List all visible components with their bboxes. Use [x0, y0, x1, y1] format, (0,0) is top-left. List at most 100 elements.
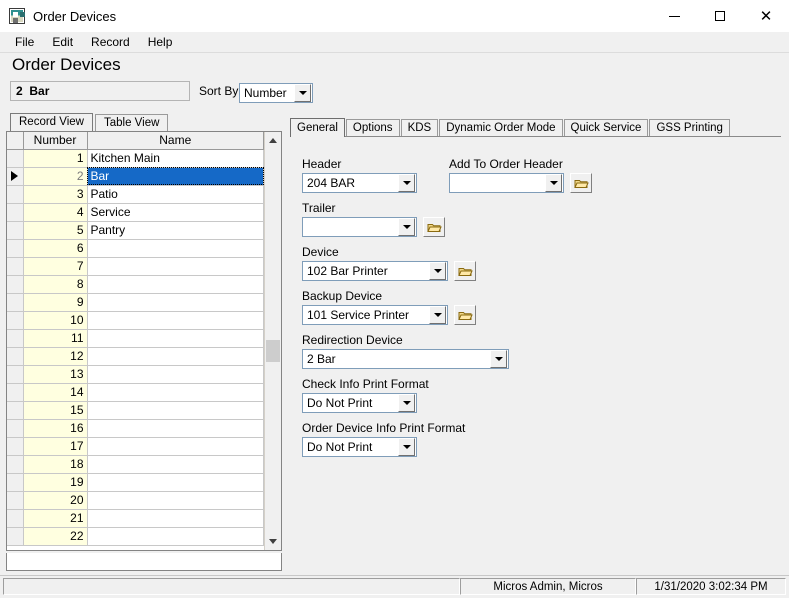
scroll-up-button[interactable]: [265, 132, 281, 149]
cell-name[interactable]: Kitchen Main: [87, 149, 264, 168]
tab-table-view[interactable]: Table View: [95, 114, 169, 131]
cell-number[interactable]: 9: [23, 293, 88, 312]
menu-help[interactable]: Help: [139, 33, 182, 51]
current-record-field[interactable]: 2 Bar: [10, 81, 190, 101]
row-selector-cell[interactable]: [7, 509, 24, 528]
cell-name[interactable]: [87, 437, 264, 456]
table-row[interactable]: 10: [7, 311, 264, 330]
table-row[interactable]: 13: [7, 365, 264, 384]
cell-name[interactable]: [87, 419, 264, 438]
order-device-info-print-format-select[interactable]: Do Not Print: [302, 437, 417, 457]
table-row[interactable]: 4 Service: [7, 203, 264, 222]
row-selector-cell[interactable]: [7, 167, 24, 186]
add-to-order-header-select[interactable]: [449, 173, 564, 193]
sort-by-select[interactable]: Number: [239, 83, 313, 103]
maximize-button[interactable]: [697, 0, 743, 32]
table-row[interactable]: 9: [7, 293, 264, 312]
header-select[interactable]: 204 BAR: [302, 173, 417, 193]
cell-number[interactable]: 6: [23, 239, 88, 258]
menu-record[interactable]: Record: [82, 33, 139, 51]
cell-number[interactable]: 17: [23, 437, 88, 456]
cell-name[interactable]: Service: [87, 203, 264, 222]
add-to-order-header-browse-button[interactable]: [570, 173, 592, 193]
column-header-number[interactable]: Number: [23, 132, 88, 150]
trailer-select[interactable]: [302, 217, 417, 237]
cell-number[interactable]: 1: [23, 149, 88, 168]
cell-number[interactable]: 4: [23, 203, 88, 222]
column-header-name[interactable]: Name: [87, 132, 264, 150]
cell-number[interactable]: 7: [23, 257, 88, 276]
row-selector-cell[interactable]: [7, 293, 24, 312]
tab-dynamic-order-mode[interactable]: Dynamic Order Mode: [439, 119, 563, 136]
table-row[interactable]: 19: [7, 473, 264, 492]
cell-name[interactable]: [87, 257, 264, 276]
device-browse-button[interactable]: [454, 261, 476, 281]
menu-edit[interactable]: Edit: [43, 33, 82, 51]
cell-name[interactable]: [87, 455, 264, 474]
cell-number[interactable]: 21: [23, 509, 88, 528]
minimize-button[interactable]: [651, 0, 697, 32]
table-row[interactable]: 18: [7, 455, 264, 474]
table-row[interactable]: 8: [7, 275, 264, 294]
cell-number[interactable]: 18: [23, 455, 88, 474]
row-selector-cell[interactable]: [7, 527, 24, 546]
row-selector-cell[interactable]: [7, 437, 24, 456]
row-selector-cell[interactable]: [7, 365, 24, 384]
cell-name[interactable]: [87, 509, 264, 528]
cell-name[interactable]: [87, 275, 264, 294]
row-selector-cell[interactable]: [7, 473, 24, 492]
cell-name[interactable]: Patio: [87, 185, 264, 204]
close-button[interactable]: ✕: [743, 0, 789, 32]
tab-options[interactable]: Options: [345, 119, 400, 136]
cell-name[interactable]: [87, 347, 264, 366]
tab-gss-printing[interactable]: GSS Printing: [649, 119, 730, 136]
row-selector-cell[interactable]: [7, 239, 24, 258]
table-row[interactable]: 15: [7, 401, 264, 420]
redirection-device-select[interactable]: 2 Bar: [302, 349, 509, 369]
cell-number[interactable]: 20: [23, 491, 88, 510]
row-selector-cell[interactable]: [7, 419, 24, 438]
table-row[interactable]: 14: [7, 383, 264, 402]
cell-name[interactable]: [87, 329, 264, 348]
cell-number[interactable]: 10: [23, 311, 88, 330]
check-info-print-format-select[interactable]: Do Not Print: [302, 393, 417, 413]
row-selector-cell[interactable]: [7, 491, 24, 510]
row-selector-cell[interactable]: [7, 329, 24, 348]
table-row[interactable]: 22: [7, 527, 264, 546]
row-selector-cell[interactable]: [7, 455, 24, 474]
tab-general[interactable]: General: [290, 118, 345, 137]
cell-name[interactable]: Bar: [87, 167, 264, 186]
row-selector-cell[interactable]: [7, 185, 24, 204]
row-selector-cell[interactable]: [7, 383, 24, 402]
records-grid-scrollbar[interactable]: [264, 132, 281, 550]
row-selector-cell[interactable]: [7, 257, 24, 276]
cell-number[interactable]: 19: [23, 473, 88, 492]
trailer-browse-button[interactable]: [423, 217, 445, 237]
table-row[interactable]: 7: [7, 257, 264, 276]
tab-record-view[interactable]: Record View: [10, 113, 93, 131]
table-row[interactable]: 2 Bar: [7, 167, 264, 186]
scrollbar-thumb[interactable]: [266, 340, 280, 362]
cell-name[interactable]: [87, 473, 264, 492]
cell-number[interactable]: 15: [23, 401, 88, 420]
cell-number[interactable]: 13: [23, 365, 88, 384]
backup-device-browse-button[interactable]: [454, 305, 476, 325]
row-selector-cell[interactable]: [7, 347, 24, 366]
cell-name[interactable]: [87, 401, 264, 420]
table-row[interactable]: 3 Patio: [7, 185, 264, 204]
cell-number[interactable]: 14: [23, 383, 88, 402]
cell-name[interactable]: Pantry: [87, 221, 264, 240]
cell-number[interactable]: 11: [23, 329, 88, 348]
table-row[interactable]: 20: [7, 491, 264, 510]
tab-kds[interactable]: KDS: [400, 119, 439, 136]
backup-device-select[interactable]: 101 Service Printer: [302, 305, 448, 325]
cell-number[interactable]: 12: [23, 347, 88, 366]
cell-number[interactable]: 5: [23, 221, 88, 240]
cell-name[interactable]: [87, 383, 264, 402]
menu-file[interactable]: File: [6, 33, 43, 51]
cell-number[interactable]: 2: [23, 167, 88, 186]
table-row[interactable]: 12: [7, 347, 264, 366]
table-row[interactable]: 11: [7, 329, 264, 348]
table-row[interactable]: 5 Pantry: [7, 221, 264, 240]
row-selector-cell[interactable]: [7, 221, 24, 240]
